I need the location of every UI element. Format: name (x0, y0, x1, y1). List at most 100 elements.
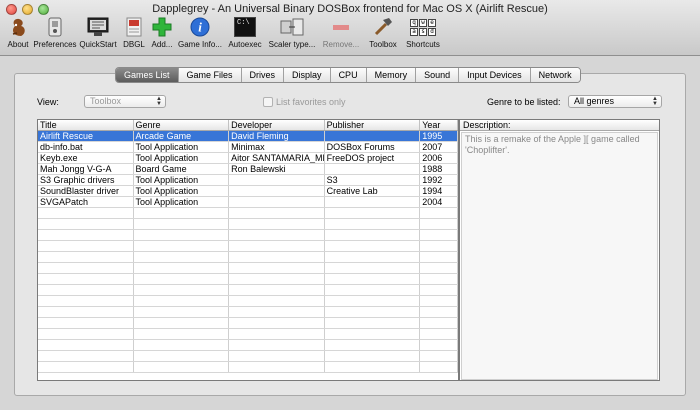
cell-genre (134, 307, 230, 317)
description-text[interactable]: This is a remake of the Apple ][ game ca… (461, 132, 658, 380)
about-button[interactable]: About (3, 15, 33, 49)
cell-year (420, 329, 458, 339)
cell-developer (229, 362, 325, 372)
cell-year (420, 362, 458, 372)
table-row[interactable]: Airlift Rescue Arcade Game David Fleming 19… (38, 131, 458, 142)
empty-table-row[interactable] (38, 241, 458, 252)
cell-publisher (325, 296, 421, 306)
table-header: Title Genre Developer Publisher Year (38, 120, 458, 131)
games-table[interactable]: Title Genre Developer Publisher Year Air… (37, 119, 459, 381)
cell-year (420, 252, 458, 262)
cell-publisher (325, 164, 421, 174)
table-row[interactable]: db-info.bat Tool Application Minimax DOSBox… (38, 142, 458, 153)
empty-table-row[interactable] (38, 285, 458, 296)
quickstart-button[interactable]: QuickStart (77, 15, 119, 49)
empty-table-row[interactable] (38, 252, 458, 263)
table-row[interactable]: SVGAPatch Tool Application 2004 (38, 197, 458, 208)
scaler-type-button[interactable]: Scaler type... (265, 15, 319, 49)
cell-title: Mah Jongg V-G-A (38, 164, 134, 174)
empty-table-row[interactable] (38, 263, 458, 274)
empty-table-row[interactable] (38, 208, 458, 219)
cell-genre: Tool Application (134, 197, 230, 207)
cell-developer (229, 241, 325, 251)
cell-developer: Ron Balewski (229, 164, 325, 174)
toolbar: About Preferences QuickStart DBGL Add... (3, 15, 443, 49)
cell-year (420, 208, 458, 218)
preferences-button[interactable]: Preferences (33, 15, 77, 49)
empty-table-row[interactable] (38, 219, 458, 230)
column-header-developer[interactable]: Developer (229, 120, 325, 130)
cell-genre (134, 340, 230, 350)
empty-table-row[interactable] (38, 296, 458, 307)
autoexec-button[interactable]: C:\ Autoexec (225, 15, 265, 49)
cell-publisher (325, 208, 421, 218)
table-body: Airlift Rescue Arcade Game David Fleming 19… (38, 131, 458, 373)
column-header-title[interactable]: Title (38, 120, 134, 130)
table-row[interactable]: SoundBlaster driver Tool Application Creat… (38, 186, 458, 197)
cell-genre: Tool Application (134, 175, 230, 185)
cell-developer (229, 329, 325, 339)
empty-table-row[interactable] (38, 318, 458, 329)
column-header-year[interactable]: Year (420, 120, 458, 130)
cell-developer: Minimax (229, 142, 325, 152)
dbgl-button[interactable]: DBGL (119, 15, 149, 49)
cell-publisher (325, 219, 421, 229)
cell-genre (134, 219, 230, 229)
column-header-publisher[interactable]: Publisher (325, 120, 421, 130)
cell-year (420, 241, 458, 251)
empty-table-row[interactable] (38, 230, 458, 241)
remove-button[interactable]: Remove... (319, 15, 363, 49)
cell-publisher (325, 241, 421, 251)
shortcuts-button[interactable]: q w e a s d Shortcuts (403, 15, 443, 49)
empty-table-row[interactable] (38, 362, 458, 373)
table-row[interactable]: S3 Graphic drivers Tool Application S3 1992 (38, 175, 458, 186)
view-select[interactable]: Toolbox ▲ ▼ (84, 95, 166, 108)
squirrel-icon (5, 15, 31, 39)
empty-table-row[interactable] (38, 307, 458, 318)
preferences-icon (42, 15, 68, 39)
add-button[interactable]: Add... (149, 15, 175, 49)
cell-title (38, 241, 134, 251)
tab-display[interactable]: Display (283, 68, 330, 82)
cell-developer (229, 208, 325, 218)
empty-table-row[interactable] (38, 340, 458, 351)
tab-sound[interactable]: Sound (415, 68, 459, 82)
cell-publisher (325, 307, 421, 317)
genre-select[interactable]: All genres ▲ ▼ (568, 95, 662, 108)
description-pane: Description: This is a remake of the App… (459, 119, 660, 381)
table-row[interactable]: Keyb.exe Tool Application Aitor SANTAMARIA… (38, 153, 458, 164)
tab-drives[interactable]: Drives (240, 68, 284, 82)
cell-title (38, 274, 134, 284)
tab-memory[interactable]: Memory (365, 68, 416, 82)
tab-input-devices[interactable]: Input Devices (458, 68, 530, 82)
game-info-button[interactable]: i Game Info... (175, 15, 225, 49)
cell-publisher (325, 131, 421, 141)
cell-developer (229, 263, 325, 273)
tab-network[interactable]: Network (529, 68, 580, 82)
view-label: View: (37, 97, 59, 107)
tab-game-files[interactable]: Game Files (177, 68, 241, 82)
empty-table-row[interactable] (38, 329, 458, 340)
table-row[interactable]: Mah Jongg V-G-A Board Game Ron Balewski 198… (38, 164, 458, 175)
cell-genre (134, 263, 230, 273)
tab-cpu[interactable]: CPU (329, 68, 366, 82)
genre-label: Genre to be listed: (487, 97, 561, 107)
cell-title: db-info.bat (38, 142, 134, 152)
cell-developer (229, 197, 325, 207)
cell-genre: Tool Application (134, 142, 230, 152)
empty-table-row[interactable] (38, 274, 458, 285)
cell-publisher: Creative Lab (325, 186, 421, 196)
add-icon (149, 15, 175, 39)
cell-title (38, 351, 134, 361)
cell-publisher: FreeDOS project (325, 153, 421, 163)
cell-year (420, 219, 458, 229)
empty-table-row[interactable] (38, 351, 458, 362)
favorites-checkbox[interactable] (263, 97, 273, 107)
cell-publisher: DOSBox Forums (325, 142, 421, 152)
cell-year: 2007 (420, 142, 458, 152)
scaler-icon (279, 15, 305, 39)
cell-title: S3 Graphic drivers (38, 175, 134, 185)
tab-games-list[interactable]: Games List (116, 68, 178, 82)
toolbox-button[interactable]: Toolbox (363, 15, 403, 49)
column-header-genre[interactable]: Genre (134, 120, 230, 130)
